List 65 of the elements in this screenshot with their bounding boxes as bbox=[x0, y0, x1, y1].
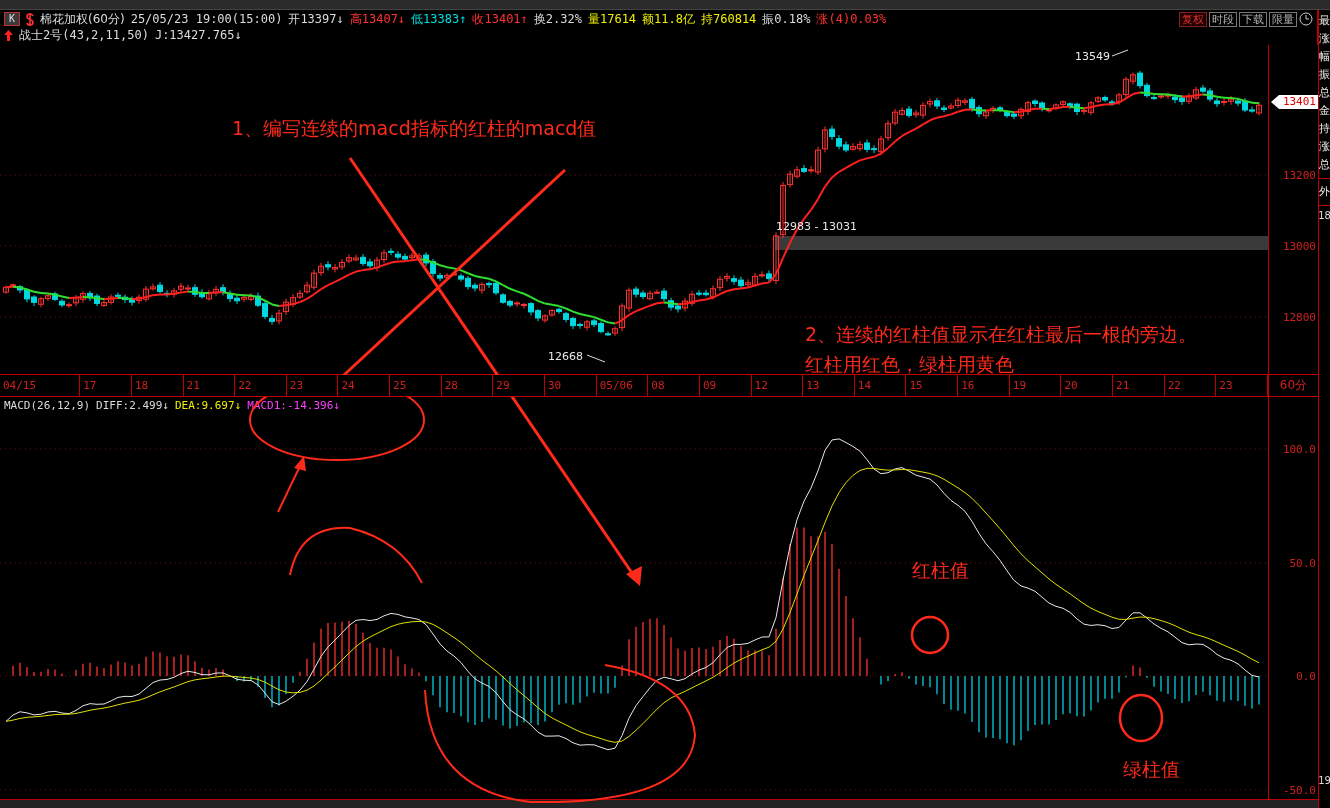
macd-legend-value: MACD(26,12,9) bbox=[4, 399, 91, 412]
last-price-tag: 13401 bbox=[1271, 95, 1318, 109]
annotation-text: 2、连续的红柱值显示在红柱最后一根的旁边。 bbox=[805, 322, 1198, 347]
indicator-name: 战士2号(43,2,11,50) bbox=[19, 26, 149, 44]
dollar-icon bbox=[26, 12, 35, 26]
price-axis-label: 12800 bbox=[1282, 310, 1316, 324]
side-panel-value: 19 bbox=[1319, 775, 1330, 786]
price-axis-label: 13200 bbox=[1282, 168, 1316, 182]
toolbar-button[interactable]: 时段 bbox=[1209, 11, 1237, 27]
annotation-text: 1、编写连续的macd指标的红柱的macd值 bbox=[232, 116, 597, 141]
annotation-circle bbox=[910, 615, 950, 655]
annotation-circle bbox=[1118, 693, 1164, 743]
indicator-value: J:13427.765↓ bbox=[154, 28, 242, 42]
date-axis-label: 29 bbox=[493, 375, 545, 396]
side-panel-label: 持 bbox=[1319, 121, 1330, 137]
side-panel-label: 涨 bbox=[1319, 139, 1330, 155]
high-price-label: 13549 bbox=[1075, 50, 1110, 63]
quote-value: 收13401↑ bbox=[472, 10, 528, 28]
quote-value: 涨(4)0.03% bbox=[816, 10, 887, 28]
macd-legend-value: DEA:9.697↓ bbox=[174, 399, 242, 412]
quote-value: 换2.32% bbox=[533, 10, 582, 28]
macd-axis-label: 100.0 bbox=[1282, 442, 1316, 456]
macd-legend-value: DIFF:2.499↓ bbox=[96, 399, 169, 412]
macd-axis-label: -50.0 bbox=[1282, 783, 1316, 797]
date-axis-label: 21 bbox=[1113, 375, 1165, 396]
side-panel-label: 外 bbox=[1319, 184, 1330, 200]
side-panel-label: 涨 bbox=[1319, 31, 1330, 47]
date-axis-label: 24 bbox=[338, 375, 391, 396]
annotation-text: 绿柱值 bbox=[1123, 757, 1180, 782]
macd-axis-label: 50.0 bbox=[1289, 556, 1316, 570]
side-panel-label: 最 bbox=[1319, 13, 1330, 29]
annotation-arrow bbox=[277, 456, 306, 513]
period-label: 60分 bbox=[1268, 375, 1318, 397]
quote-value: 量17614 bbox=[587, 10, 637, 28]
quote-value: 持760814 bbox=[701, 10, 757, 28]
toolbar-button[interactable]: 复权 bbox=[1179, 11, 1207, 27]
side-panel-value: 18 bbox=[1319, 210, 1330, 221]
leader-line bbox=[1111, 49, 1129, 57]
leader-line bbox=[586, 354, 606, 363]
macd-axis-label: 0.0 bbox=[1296, 669, 1316, 683]
toolbar-button[interactable]: 下载 bbox=[1239, 11, 1267, 27]
up-arrow-icon bbox=[4, 29, 13, 41]
quote-value: 高13407↓ bbox=[349, 10, 406, 28]
side-panel-label: 总 bbox=[1319, 85, 1330, 101]
chart-type-button[interactable]: K bbox=[4, 12, 21, 26]
quote-value: 低13383↑ bbox=[411, 10, 467, 28]
quote-value: 开13397↓ bbox=[288, 10, 344, 28]
side-panel-label: 幅 bbox=[1319, 49, 1330, 65]
date-axis-label: 30 bbox=[545, 375, 597, 396]
side-panel-label: 振 bbox=[1319, 67, 1330, 83]
side-panel-label: 金 bbox=[1319, 103, 1330, 119]
annotation-text: 红柱值 bbox=[912, 558, 969, 583]
instrument-title: 棉花加权(60分) bbox=[40, 10, 125, 28]
price-axis-label: 13000 bbox=[1282, 239, 1316, 253]
side-panel-label: 总 bbox=[1319, 157, 1330, 173]
date-axis-label: 04/15 bbox=[0, 375, 81, 396]
low-price-label: 12668 bbox=[548, 350, 583, 363]
datetime-text: 25/05/23 19:00(15:00) bbox=[130, 12, 283, 26]
date-axis-label: 25 bbox=[390, 375, 442, 396]
clock-icon[interactable] bbox=[1299, 12, 1313, 26]
toolbar-button[interactable]: 限量 bbox=[1269, 11, 1297, 27]
annotation-text: 红柱用红色，绿柱用黄色 bbox=[805, 352, 1014, 377]
quote-value: 振0.18% bbox=[762, 10, 811, 28]
date-axis-label: 23 bbox=[286, 375, 339, 396]
quote-value: 额11.8亿 bbox=[642, 10, 695, 28]
